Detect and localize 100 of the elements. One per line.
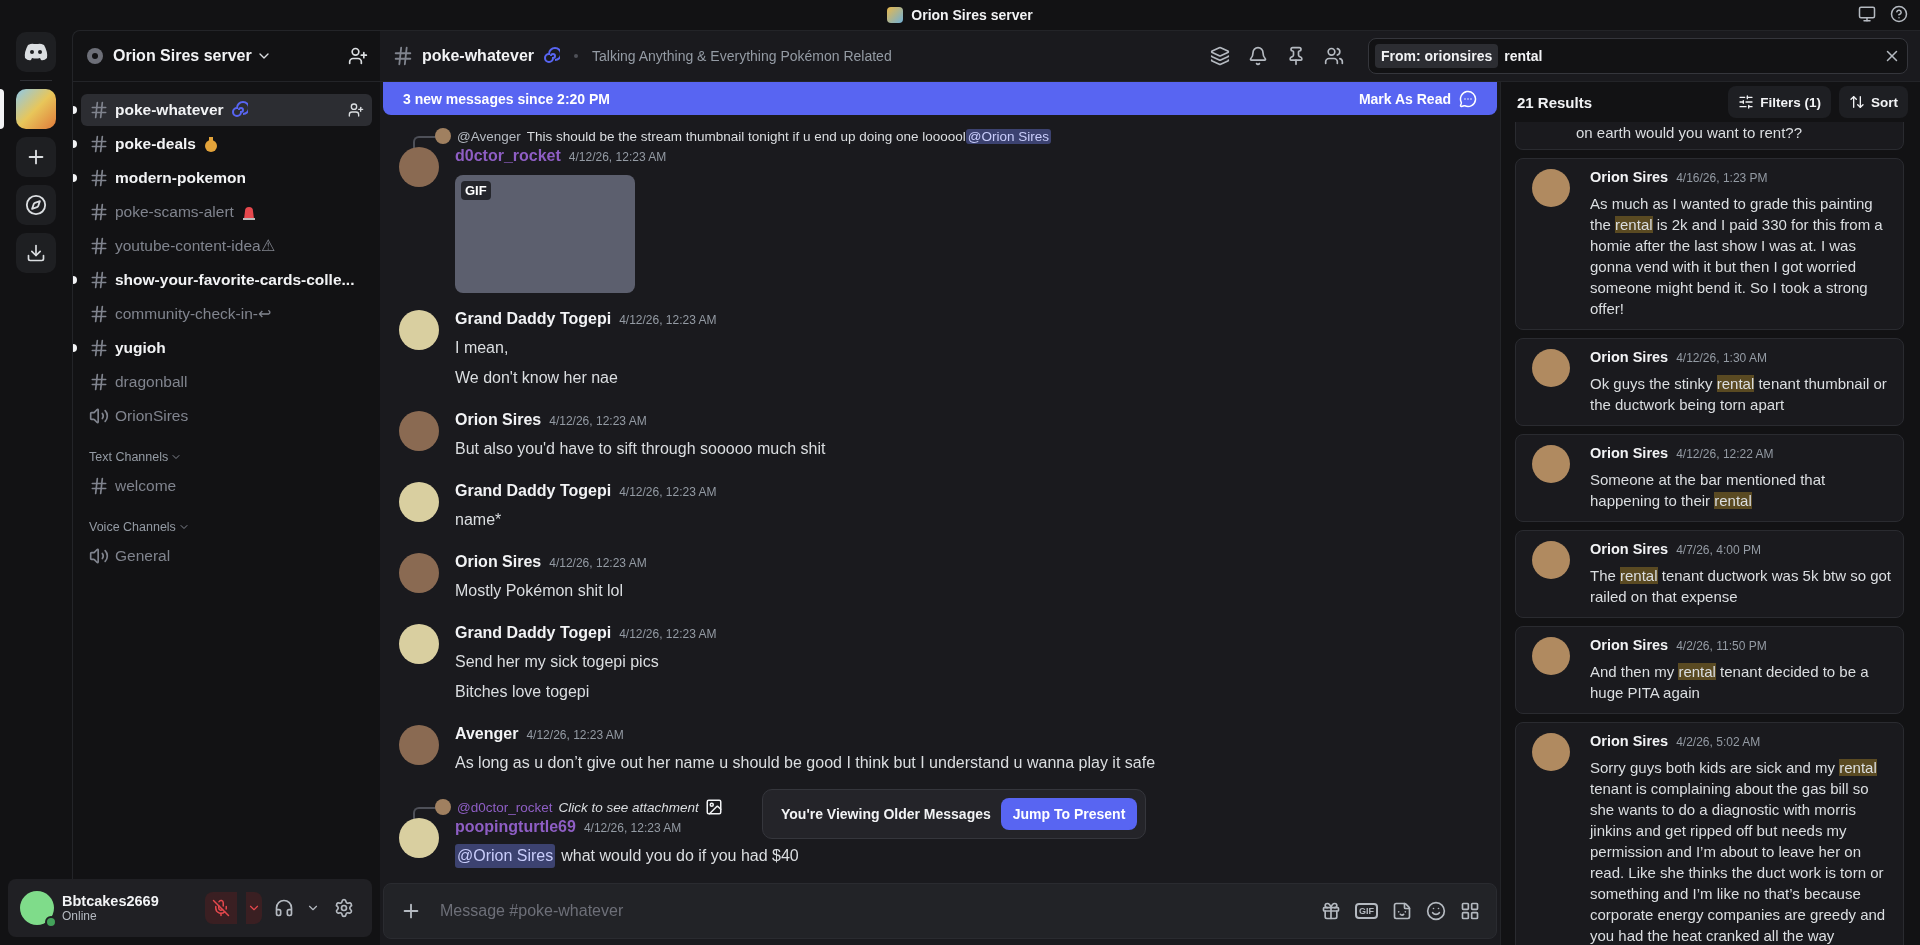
server-photo-placeholder[interactable] [16,89,56,129]
user-avatar [1532,445,1570,483]
server-name[interactable]: Orion Sires server [113,47,252,65]
search-result-card[interactable] [1515,722,1904,945]
invite-icon[interactable] [348,46,368,66]
hash-icon [89,338,109,358]
download-button[interactable] [16,233,56,273]
result-text: Ok guys the stinky rental tenant thumbnail or the ductwork being torn apart [1590,374,1888,415]
headphones-icon [274,898,294,918]
message-text: Send her my sick togepi pics [455,652,659,672]
jump-to-present-button[interactable]: Jump To Present [1000,798,1138,830]
result-author: Orion Sires [1590,541,1669,557]
gif-label: GIF [461,181,491,200]
gif-placeholder[interactable]: GIF [455,175,635,293]
filter-chip[interactable]: From: orionsires [1375,44,1499,68]
message-author[interactable]: d0ctor_rocket [455,147,561,165]
reply-author[interactable]: @d0ctor_rocket [457,799,553,815]
emoji-icon[interactable] [1426,901,1446,921]
invite-icon[interactable] [348,102,364,118]
user-avatar[interactable] [399,482,439,522]
channel-item[interactable]: poke-deals [81,128,372,160]
separator-dot-icon [574,54,579,58]
message-timestamp: 4/12/26, 12:23 AM [568,150,667,164]
window-title: Orion Sires server [911,7,1033,23]
mic-options-button[interactable] [246,892,262,924]
message-author[interactable]: Orion Sires [455,553,542,571]
message-author[interactable]: Orion Sires [455,411,542,429]
message-author[interactable]: poopingturtle69 [455,818,576,836]
result-text: on earth would you want to rent?? [1576,123,1802,143]
speaker-icon [89,406,109,426]
results-count: 21 Results [1517,93,1593,111]
category-header[interactable]: Text Channels [81,434,372,468]
message-author[interactable]: Grand Daddy Togepi [455,624,612,642]
sort-button[interactable]: Sort [1839,86,1908,118]
category-header[interactable]: Voice Channels [81,504,372,538]
sticker-icon[interactable] [1392,901,1412,921]
server-icon [887,7,904,23]
message-text: what would you do if you had $40 [561,846,799,866]
channel-item[interactable]: dragonball [81,366,372,398]
message-timestamp: 4/12/26, 12:23 AM [619,485,717,499]
filters-button[interactable]: Filters (1) [1728,86,1831,118]
result-timestamp: 4/2/26, 11:50 PM [1676,639,1767,653]
discover-button[interactable] [16,185,56,225]
channel-item[interactable]: welcome [81,470,372,502]
members-icon[interactable] [1324,46,1344,66]
result-timestamp: 4/12/26, 1:30 AM [1676,351,1767,365]
help-icon[interactable] [1890,5,1908,23]
search-result-card[interactable]: on earth would you want to rent?? [1515,122,1904,150]
channel-item[interactable]: poke-scams-alert [81,196,372,228]
result-timestamp: 4/2/26, 5:02 AM [1676,735,1761,749]
monitor-icon[interactable] [1858,5,1876,23]
speaker-icon [89,546,109,566]
message-text: Bitches love togepi [455,682,590,702]
home-button[interactable] [16,32,56,72]
channel-item[interactable]: OrionSires [81,400,372,432]
search-result-card[interactable]: Orion Sires 4/2/26, 11:50 PM And then my rental tenant decided to be a huge PITA again [1515,626,1904,714]
apps-icon[interactable] [1460,901,1480,921]
channel-title: poke-whatever [422,47,535,65]
user-avatar[interactable] [399,624,439,664]
channel-item[interactable]: youtube-content-idea⚠ [81,230,372,262]
result-text: As much as I wanted to grade this painting the rental is 2k and I paid 330 for this from a homie after the last show I was at. I was gonna vend with it but then I got worried someone might bend it. So I took a strong offer! [1590,194,1884,319]
mark-as-read-button[interactable]: Mark As Read [1358,89,1477,108]
search-result-card[interactable]: Orion Sires 4/12/26, 1:30 AM Ok guys the stinky rental tenant thumbnail or the ductwork being torn apart [1515,338,1904,426]
gift-icon[interactable] [1321,901,1341,921]
search-result-card[interactable] [1515,158,1904,330]
channel-item[interactable]: General [81,540,372,572]
message-text: But also you'd have to sift through sooooo much shit [455,439,826,459]
user-avatar[interactable] [20,891,54,925]
result-author: Orion Sires [1590,733,1669,749]
channel-item[interactable]: yugioh [81,332,372,364]
channel-item[interactable]: show-your-favorite-cards-colle... [81,264,372,296]
user-mention[interactable]: @Orion Sires [965,128,1052,144]
pin-icon[interactable] [1286,46,1306,66]
notification-bell-icon[interactable] [1248,46,1268,66]
message-composer[interactable]: Message #poke-whatever GIF [383,883,1497,939]
search-field[interactable]: From: orionsires rental [1368,38,1908,74]
user-avatar[interactable] [399,818,439,858]
compass-icon [25,194,47,216]
user-avatar [1532,733,1570,771]
result-text: Sorry guys both kids are sick and my rental tenant is complaining about the gas bill so she wants to do a diagnostic with morris jinkins and get ripped off but needs my permission and I’m about to leave her on read. Like she thinks the duct work is torn or something and I’m like no that’s because corporate energy companies are greedy and you had the heat cranked all the way [1590,758,1887,945]
reply-author[interactable]: @Avenger [457,128,521,144]
channel-item[interactable]: modern-pokemon [81,162,372,194]
mute-button[interactable] [205,892,237,924]
user-avatar [1532,349,1570,387]
user-avatar[interactable] [399,310,439,350]
hash-icon [89,202,109,222]
search-result-card[interactable]: Orion Sires 4/12/26, 12:22 AM Someone at the bar mentioned that happening to their rental [1515,434,1904,522]
gif-button[interactable]: GIF [1355,903,1378,919]
message-author[interactable]: Grand Daddy Togepi [455,482,612,500]
message-author[interactable]: Grand Daddy Togepi [455,310,612,328]
channel-item[interactable]: community-check-in-↩ [81,298,372,330]
user-mention[interactable]: @Orion Sires [455,844,556,868]
hash-icon [89,134,109,154]
message-author[interactable]: Avenger [455,725,519,743]
user-status: Online [62,909,98,923]
result-timestamp: 4/16/26, 1:23 PM [1676,171,1768,185]
result-author: Orion Sires [1590,637,1669,653]
search-result-card[interactable]: Orion Sires 4/7/26, 4:00 PM The rental tenant ductwork was 5k btw so got railed on that expense [1515,530,1904,618]
add-server-button[interactable] [16,137,56,177]
result-timestamp: 4/12/26, 12:22 AM [1676,447,1774,461]
